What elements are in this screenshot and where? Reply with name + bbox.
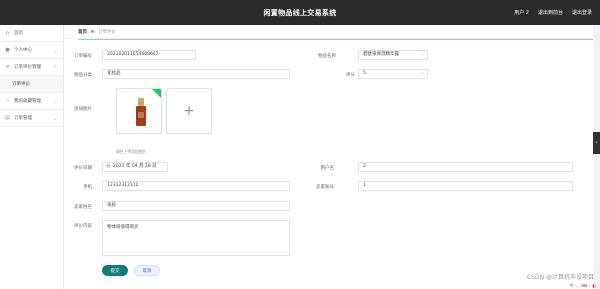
review-content-textarea[interactable]: 物体很值得购买 [102, 220, 290, 256]
user-icon: ● [5, 46, 10, 53]
collapse-handle[interactable]: ‹ [593, 132, 600, 154]
seller-label: 卖家账号 [316, 185, 334, 190]
chevron-left-icon: ‹ [595, 140, 598, 146]
breadcrumb: 首页 订单评价 [64, 25, 593, 39]
date-picker[interactable]: ▦ 2021 年 04 月 28 日 [102, 162, 168, 172]
uploaded-check-icon [152, 89, 161, 98]
seller-field[interactable]: 1 [358, 181, 573, 191]
top-bar: 闲置物品线上交易系统 用户 2 退出到前台 退出登录 [0, 0, 600, 25]
sidebar-item-label: 我的收藏管理 [14, 99, 41, 104]
watermark: CSDN @计算机毕设项目 [526, 274, 594, 281]
app-title: 闲置物品线上交易系统 [263, 9, 337, 17]
calendar-icon: ▦ [106, 164, 111, 169]
phone-label: 手机 [83, 185, 92, 190]
chevron-down-icon: ⌄ [53, 98, 57, 104]
category-label: 物品分类 [74, 73, 92, 78]
sidebar-item-label: 订单评价 [12, 82, 30, 87]
sidebar-item-label: 订单管理 [14, 116, 32, 121]
chevron-down-icon: ⌄ [53, 115, 57, 121]
image-hint: 请在上传添加图片 [116, 149, 147, 154]
exit-frontend-link[interactable]: 退出到前台 [538, 9, 563, 16]
review-content-text: 物体很值得购买 [107, 225, 139, 230]
sidebar-item-profile[interactable]: ● 个人中心 ⌄ [0, 42, 63, 59]
date-label: 评价日期 [74, 166, 92, 171]
content-label: 评价内容 [74, 224, 92, 229]
main-panel: 首页 订单评价 订单编号 202102011054608667 物品名称 碧欧泉… [64, 25, 593, 289]
date-value: 2021 年 04 月 28 日 [113, 164, 157, 169]
system-tray: 中 ·， ⌨ ♪ ◧ [569, 283, 596, 288]
product-name-label: 物品名称 [318, 54, 336, 59]
cancel-button[interactable]: 取消 [134, 265, 160, 276]
list-icon: ≡ [5, 63, 10, 70]
sidebar-item-favorites[interactable]: ☆ 我的收藏管理 ⌄ [0, 93, 63, 110]
submit-button[interactable]: 提交 [102, 265, 128, 276]
divider [78, 39, 593, 40]
user-link[interactable]: 用户 2 [514, 9, 529, 16]
order-icon: ▤ [5, 114, 10, 121]
sidebar: ⌂ 首页 ● 个人中心 ⌄ ≡ 订单评价管理 ⌃ 订单评价 ☆ 我的收藏管理 ⌄… [0, 25, 64, 289]
sidebar-item-home[interactable]: ⌂ 首页 [0, 25, 63, 42]
home-icon: ⌂ [5, 29, 10, 36]
sidebar-item-label: 个人中心 [14, 48, 32, 53]
plus-icon: + [183, 103, 195, 119]
breadcrumb-current: 订单评价 [98, 29, 116, 35]
breadcrumb-dot-icon [91, 30, 94, 33]
reviewer-label: 卖家姓名 [74, 205, 92, 210]
star-icon: ☆ [5, 97, 10, 104]
phone-field[interactable]: 12312312312 [102, 181, 290, 191]
chevron-down-icon: ⌄ [53, 47, 57, 53]
bottle-image [136, 98, 146, 126]
order-no-field[interactable]: 202102011054608667 [102, 50, 196, 60]
add-image-button[interactable]: + [166, 88, 212, 134]
breadcrumb-home[interactable]: 首页 [78, 29, 87, 35]
product-image-thumbnail[interactable] [116, 88, 162, 134]
account-label: 用户名 [320, 166, 335, 171]
rating-label: 评分 [346, 73, 355, 78]
sidebar-item-review-management[interactable]: ≡ 订单评价管理 ⌃ [0, 59, 63, 76]
sidebar-item-label: 订单评价管理 [14, 65, 41, 70]
chevron-up-icon: ⌃ [53, 64, 57, 70]
image-label: 添加图片 [74, 107, 92, 112]
sidebar-item-orders[interactable]: ▤ 订单管理 ⌄ [0, 110, 63, 127]
sidebar-item-label: 首页 [14, 31, 23, 36]
logout-link[interactable]: 退出登录 [572, 9, 592, 16]
sidebar-item-order-review[interactable]: 订单评价 [0, 76, 63, 93]
order-no-label: 订单编号 [74, 54, 92, 59]
account-field[interactable]: 2 [358, 162, 573, 172]
product-name-select[interactable]: 碧欧泉保湿精华露 [358, 50, 428, 60]
header-links: 用户 2 退出到前台 退出登录 [514, 9, 592, 16]
category-field[interactable]: 化妆品 [102, 69, 290, 79]
rating-select[interactable]: 5 [358, 69, 428, 79]
reviewer-field[interactable]: 张栋 [102, 201, 290, 211]
